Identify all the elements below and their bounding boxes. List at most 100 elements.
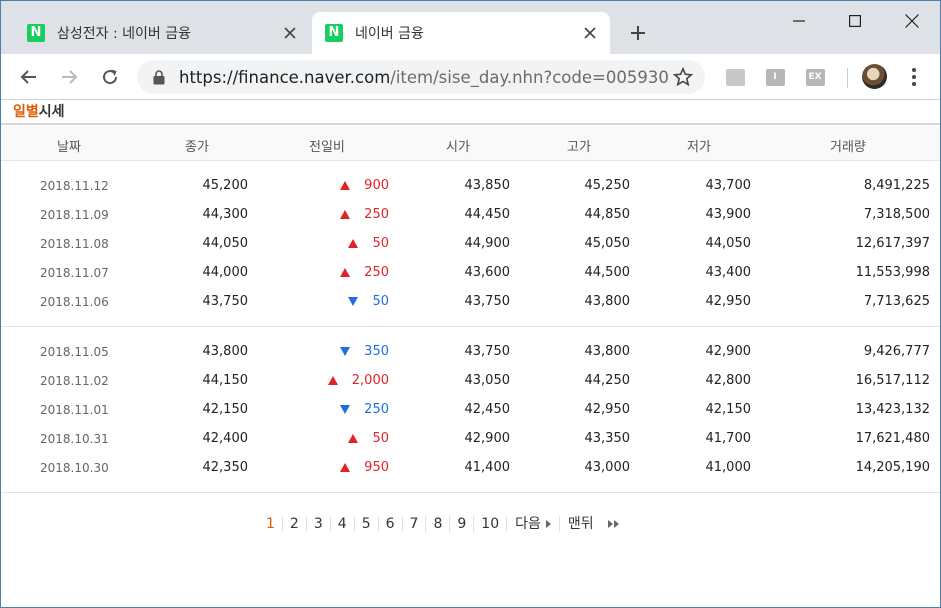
profile-avatar[interactable] (862, 64, 887, 89)
cell-change: 250 (340, 265, 389, 280)
cell-high: 45,050 (584, 236, 631, 251)
back-arrow-icon[interactable] (15, 63, 43, 91)
last-page-link[interactable]: 맨뒤 (560, 516, 627, 532)
cell-close: 42,150 (202, 402, 249, 417)
extension-i-icon[interactable]: I (765, 67, 785, 87)
naver-favicon-icon: N (325, 24, 343, 42)
up-arrow-icon (340, 181, 351, 190)
cell-date: 2018.11.07 (40, 266, 109, 280)
change-value: 50 (372, 236, 389, 251)
cell-close: 44,000 (202, 265, 249, 280)
table-row: 2018.11.06 43,750 43,750 43,800 42,950 7,713,… (1, 287, 940, 316)
cell-high: 45,250 (584, 178, 631, 193)
cell-low: 41,000 (705, 460, 752, 475)
change-value: 900 (364, 178, 389, 193)
cell-change: 900 (340, 178, 389, 193)
page-link[interactable]: 3 (307, 516, 331, 532)
next-page-link[interactable]: 다음 (507, 516, 560, 532)
cell-change: 950 (340, 460, 389, 475)
cell-low: 42,150 (705, 402, 752, 417)
table-row: 2018.10.30 42,350 41,400 43,000 41,000 14,205… (1, 453, 940, 482)
header-high: 고가 (567, 140, 591, 155)
cell-close: 43,800 (202, 344, 249, 359)
cell-close: 42,350 (202, 460, 249, 475)
cell-close: 44,050 (202, 236, 249, 251)
section-title: 일별시세 (13, 101, 65, 121)
url-host: https://finance.naver.com (179, 67, 391, 87)
browser-window: N 삼성전자 : 네이버 금융 N 네이버 금융 https://finance… (0, 0, 941, 608)
change-value: 50 (372, 294, 389, 309)
cell-high: 43,350 (584, 431, 631, 446)
minimize-icon[interactable] (770, 1, 828, 41)
page-link[interactable]: 10 (474, 516, 508, 532)
extension-ex-icon[interactable]: EX (805, 67, 825, 87)
cell-volume: 17,621,480 (855, 431, 930, 446)
cell-open: 41,400 (464, 460, 511, 475)
cell-open: 43,750 (464, 344, 511, 359)
cell-open: 43,050 (464, 373, 511, 388)
up-arrow-icon (327, 376, 338, 385)
cell-open: 44,900 (464, 236, 511, 251)
kebab-menu-icon[interactable] (904, 66, 924, 88)
change-value: 350 (364, 344, 389, 359)
up-arrow-icon (348, 434, 359, 443)
cell-low: 43,400 (705, 265, 752, 280)
cell-high: 43,800 (584, 344, 631, 359)
down-arrow-icon (340, 405, 351, 414)
page-link[interactable]: 2 (283, 516, 307, 532)
cell-close: 43,750 (202, 294, 249, 309)
table-row: 2018.11.12 45,200 43,850 45,250 43,700 8,491,… (1, 171, 940, 200)
page-link[interactable]: 8 (426, 516, 451, 532)
cell-low: 41,700 (705, 431, 752, 446)
url-path: /item/sise_day.nhn?code=005930 (390, 67, 669, 87)
cell-date: 2018.11.08 (40, 237, 109, 251)
tab-naver-finance[interactable]: N 네이버 금융 (312, 12, 610, 54)
page-link[interactable]: 9 (450, 516, 475, 532)
header-volume: 거래량 (830, 140, 866, 155)
up-arrow-icon (348, 239, 359, 248)
naver-favicon-icon: N (27, 24, 45, 42)
cell-change: 350 (340, 344, 389, 359)
close-icon[interactable] (578, 21, 602, 45)
cell-volume: 13,423,132 (855, 402, 930, 417)
cell-high: 44,850 (584, 207, 631, 222)
cell-close: 42,400 (202, 431, 249, 446)
cell-change: 2,000 (327, 373, 389, 388)
header-open: 시가 (446, 140, 470, 155)
table-row: 2018.11.02 44,150 43,050 44,250 42,800 16,517… (1, 366, 940, 395)
table-row: 2018.11.07 44,000 43,600 44,500 43,400 11,553… (1, 258, 940, 287)
cell-date: 2018.10.30 (40, 461, 109, 475)
reload-icon[interactable] (96, 63, 124, 91)
tab-strip: N 삼성전자 : 네이버 금융 N 네이버 금융 (1, 1, 940, 54)
page-link[interactable]: 4 (331, 516, 355, 532)
maximize-icon[interactable] (826, 1, 884, 41)
cell-change: 50 (348, 236, 389, 251)
url-text: https://finance.naver.com/item/sise_day.… (179, 68, 669, 87)
cell-low: 42,950 (705, 294, 752, 309)
bookmark-star-icon[interactable] (672, 66, 694, 87)
change-value: 50 (372, 431, 389, 446)
extension-card-icon[interactable] (725, 67, 745, 87)
cell-volume: 14,205,190 (855, 460, 930, 475)
cell-change: 250 (340, 207, 389, 222)
cell-change: 250 (340, 402, 389, 417)
lock-icon (151, 69, 167, 85)
page-link[interactable]: 5 (355, 516, 379, 532)
page-link[interactable]: 7 (403, 516, 427, 532)
page-link[interactable]: 6 (379, 516, 403, 532)
cell-high: 43,000 (584, 460, 631, 475)
cell-date: 2018.11.09 (40, 208, 109, 222)
address-bar[interactable]: https://finance.naver.com/item/sise_day.… (137, 60, 705, 94)
tab-samsung[interactable]: N 삼성전자 : 네이버 금융 (14, 12, 310, 54)
forward-arrow-icon[interactable] (55, 63, 83, 91)
window-close-icon[interactable] (883, 1, 940, 41)
extension-label (725, 68, 745, 86)
new-tab-icon[interactable] (625, 20, 651, 46)
close-icon[interactable] (278, 21, 302, 45)
page-link[interactable]: 1 (259, 516, 283, 532)
cell-volume: 7,318,500 (863, 207, 930, 222)
change-value: 250 (364, 207, 389, 222)
cell-close: 44,150 (202, 373, 249, 388)
cell-date: 2018.11.02 (40, 374, 109, 388)
change-value: 250 (364, 402, 389, 417)
